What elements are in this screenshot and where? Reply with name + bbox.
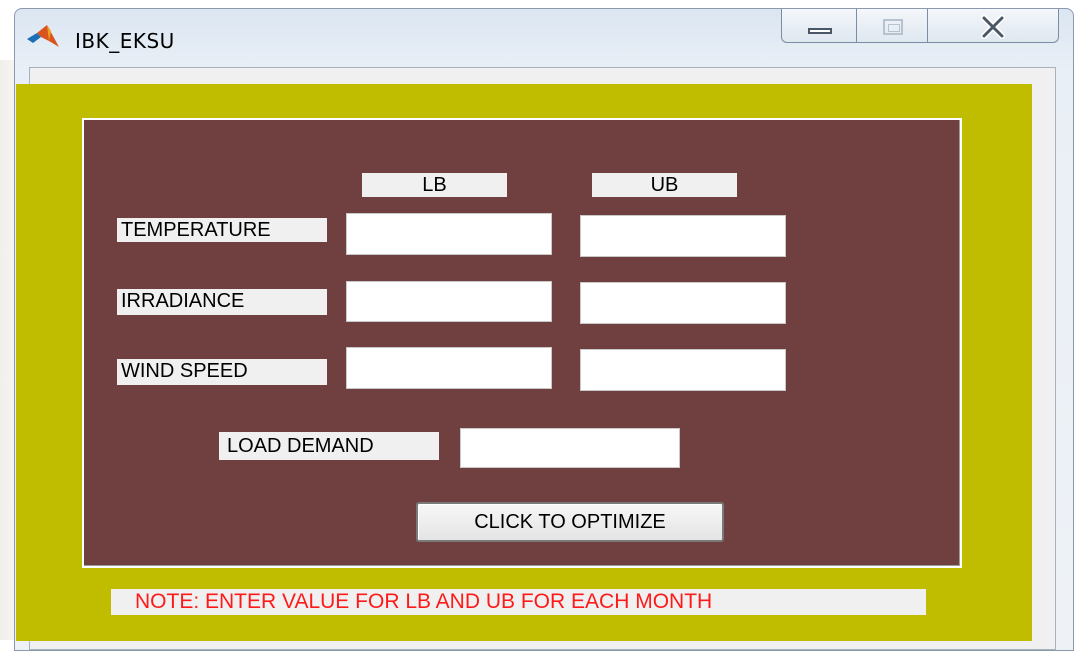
irradiance-label: IRRADIANCE [117,289,327,315]
lb-column-header: LB [362,173,507,197]
optimize-button[interactable]: CLICK TO OPTIMIZE [416,502,724,542]
wind-speed-lb-input[interactable] [346,347,552,389]
ub-column-header: UB [592,173,737,197]
note-text: NOTE: ENTER VALUE FOR LB AND UB FOR EACH… [111,589,926,615]
maximize-icon [883,19,903,35]
window-controls [781,9,1065,45]
minimize-icon [808,28,832,34]
temperature-ub-input[interactable] [580,215,786,257]
close-button[interactable] [927,9,1059,43]
wind-speed-ub-input[interactable] [580,349,786,391]
irradiance-ub-input[interactable] [580,282,786,324]
irradiance-lb-input[interactable] [346,281,552,322]
title-bar[interactable]: IBK_EKSU [15,9,1073,59]
matlab-logo-icon [27,25,59,47]
wind-speed-label: WIND SPEED [117,359,327,385]
load-demand-input[interactable] [460,428,680,468]
close-icon [981,15,1005,39]
temperature-label: TEMPERATURE [117,218,327,242]
load-demand-label: LOAD DEMAND [219,432,439,460]
minimize-button[interactable] [781,9,857,43]
window-title: IBK_EKSU [75,29,175,53]
input-panel [82,118,962,568]
maximize-button[interactable] [856,9,928,43]
temperature-lb-input[interactable] [346,213,552,255]
